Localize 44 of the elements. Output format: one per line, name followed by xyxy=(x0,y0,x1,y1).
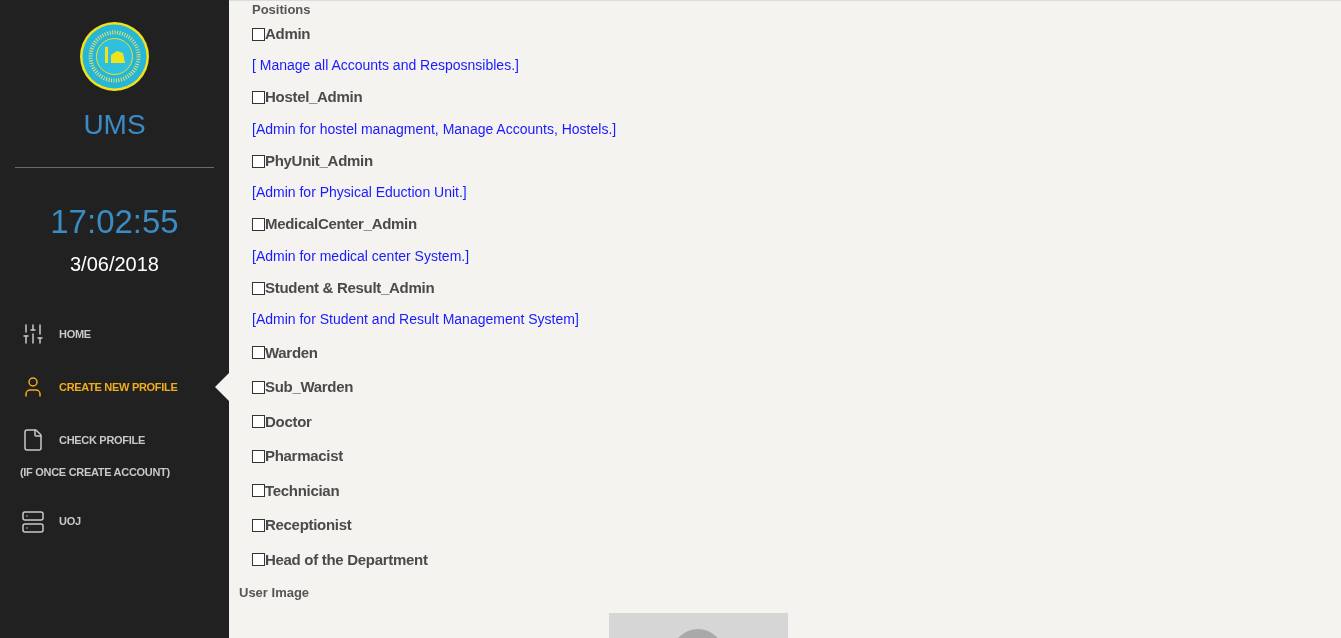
position-label: Receptionist xyxy=(265,515,352,535)
position-description: [Admin for hostel managment, Manage Accounts, Hostels.] xyxy=(252,119,618,139)
checkbox[interactable] xyxy=(252,449,265,463)
checkbox[interactable] xyxy=(252,27,265,41)
clock-time: 17:02:55 xyxy=(49,202,180,242)
checkbox[interactable] xyxy=(252,415,265,429)
user-image-label: User Image xyxy=(239,585,311,601)
position-label: Hostel_Admin xyxy=(265,87,363,108)
date-text: 3/06/2018 xyxy=(69,252,160,276)
checkbox[interactable] xyxy=(252,218,265,231)
nav-note: (IF ONCE CREATE ACCOUNT) xyxy=(19,465,171,480)
position-label: Student & Result_Admin xyxy=(265,277,435,298)
checkbox[interactable] xyxy=(252,346,265,360)
checkbox[interactable] xyxy=(252,380,265,394)
position-label: Sub_Warden xyxy=(265,377,354,397)
nav-link[interactable]: CREATE NEW PROFILE xyxy=(59,378,178,396)
positions-label: Positions xyxy=(252,2,312,18)
nav-link[interactable]: CHECK PROFILE xyxy=(59,431,145,449)
server-icon xyxy=(21,509,45,534)
nav-link[interactable]: UOJ xyxy=(59,513,81,530)
checkbox[interactable] xyxy=(252,484,265,498)
position-label: Admin xyxy=(265,23,311,44)
position-description: [Admin for Student and Result Management System] xyxy=(252,310,580,330)
checkbox[interactable] xyxy=(252,91,265,104)
position-label: Head of the Department xyxy=(265,549,428,570)
position-description: [Admin for medical center System.] xyxy=(252,246,471,266)
position-label: Doctor xyxy=(265,411,312,432)
nav-link[interactable]: HOME xyxy=(59,325,91,343)
position-label: Warden xyxy=(265,342,318,363)
checkbox[interactable] xyxy=(252,553,265,567)
position-label: MedicalCenter_Admin xyxy=(265,214,417,235)
position-description: [ Manage all Accounts and Resposnsibles.] xyxy=(252,56,520,76)
file-icon xyxy=(21,428,45,452)
checkbox[interactable] xyxy=(252,281,265,295)
position-label: Technician xyxy=(265,480,340,501)
seal-icon xyxy=(79,21,150,92)
sliders-icon xyxy=(21,322,45,346)
position-description: [Admin for Physical Eduction Unit.] xyxy=(252,183,468,203)
position-label: PhyUnit_Admin xyxy=(265,150,373,171)
app-title: UMS xyxy=(82,108,147,142)
checkbox[interactable] xyxy=(252,518,265,532)
checkbox[interactable] xyxy=(252,154,265,168)
position-label: Pharmacist xyxy=(265,446,343,466)
active-indicator-icon xyxy=(215,373,229,401)
